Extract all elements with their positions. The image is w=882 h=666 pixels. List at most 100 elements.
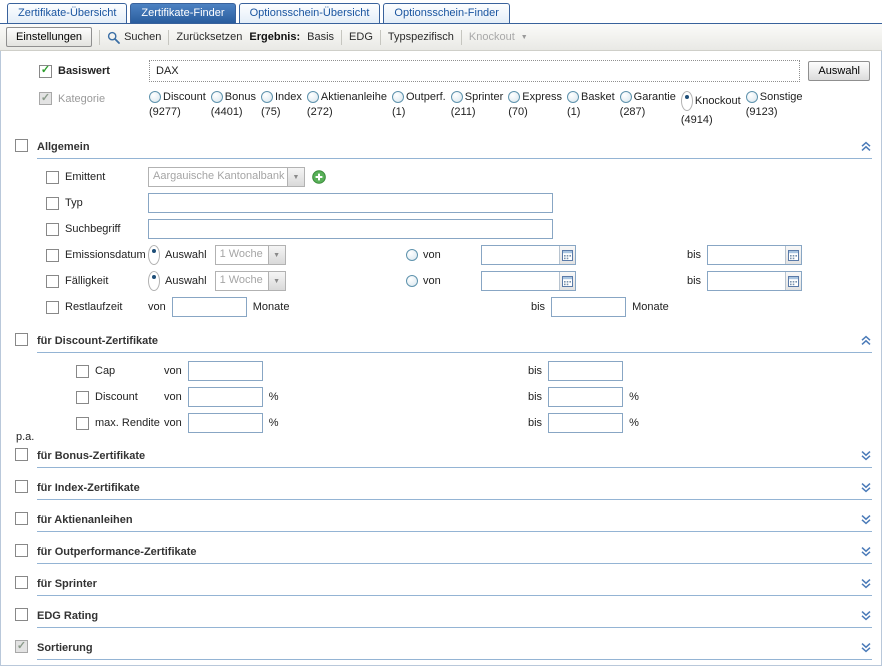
von-label: von [164,417,182,429]
emissionsdatum-von-input[interactable] [482,247,559,264]
rendite-von-input[interactable] [188,413,263,433]
von-label: von [423,275,441,287]
expand-icon[interactable] [861,642,871,653]
von-label: von [164,391,182,403]
kategorie-radio-bonus[interactable] [211,91,223,103]
outperformance-section-checkbox[interactable] [15,544,28,557]
basiswert-row: Basiswert Auswahl [1,60,881,82]
tab-zertifikate-finder[interactable]: Zertifikate-Finder [130,3,235,23]
basiswert-input[interactable] [149,60,800,82]
kategorie-radio-basket[interactable] [567,91,579,103]
option-label[interactable]: Discount [163,91,206,103]
rendite-bis-input[interactable] [548,413,623,433]
discount-section-checkbox[interactable] [15,333,28,346]
kategorie-radio-express[interactable] [508,91,520,103]
expand-icon[interactable] [861,578,871,589]
option-label[interactable]: Garantie [634,91,676,103]
ergebnis-edg-button[interactable]: EDG [349,31,373,43]
sprinter-section-checkbox[interactable] [15,576,28,589]
add-emittent-icon[interactable] [312,170,326,184]
restlaufzeit-checkbox[interactable] [46,301,59,314]
tab-optionsschein-finder[interactable]: Optionsschein-Finder [383,3,510,23]
expand-icon[interactable] [861,610,871,621]
collapsed-sections: für Bonus-Zertifikate für Index-Zertifik… [1,445,881,660]
option-label[interactable]: Basket [581,91,615,103]
restlaufzeit-bis-input[interactable] [551,297,626,317]
kategorie-radio-discount[interactable] [149,91,161,103]
suchbegriff-input[interactable] [148,219,553,239]
expand-icon[interactable] [861,514,871,525]
ergebnis-typspezifisch-button[interactable]: Typspezifisch [388,31,454,43]
faelligkeit-von-radio[interactable] [406,275,418,287]
einstellungen-button[interactable]: Einstellungen [6,27,92,47]
cap-bis-input[interactable] [548,361,623,381]
emissionsdatum-bis-input[interactable] [708,247,785,264]
option-count: (211) [451,106,504,118]
option-label[interactable]: Aktienanleihe [321,91,387,103]
kategorie-radio-sonstige[interactable] [746,91,758,103]
emissionsdatum-von-radio[interactable] [406,249,418,261]
toolbar-separator [168,30,169,45]
ergebnis-basis-button[interactable]: Basis [307,31,334,43]
bis-label: bis [528,391,542,403]
restlaufzeit-von-input[interactable] [172,297,247,317]
cap-checkbox[interactable] [76,365,89,378]
kategorie-radio-index[interactable] [261,91,273,103]
edg-rating-section-checkbox[interactable] [15,608,28,621]
tab-optionsschein-uebersicht[interactable]: Optionsschein-Übersicht [239,3,381,23]
cap-von-input[interactable] [188,361,263,381]
discount-checkbox[interactable] [76,391,89,404]
calendar-icon[interactable] [559,246,575,264]
faelligkeit-auswahl-radio[interactable] [148,271,160,291]
option-label[interactable]: Outperf. [406,91,446,103]
option-count: (1) [567,106,615,118]
expand-icon[interactable] [861,546,871,557]
zuruecksetzen-button[interactable]: Zurücksetzen [176,31,242,43]
expand-icon[interactable] [861,450,871,461]
kategorie-radio-aktienanleihe[interactable] [307,91,319,103]
discount-label: Discount [95,391,138,403]
calendar-icon[interactable] [785,246,801,264]
tab-zertifikate-uebersicht[interactable]: Zertifikate-Übersicht [7,3,127,23]
faelligkeit-bis-input[interactable] [708,273,785,290]
emissionsdatum-auswahl-radio[interactable] [148,245,160,265]
kategorie-radio-knockout[interactable] [681,91,693,111]
discount-von-input[interactable] [188,387,263,407]
suchbegriff-checkbox[interactable] [46,223,59,236]
collapse-icon[interactable] [861,141,871,152]
index-section-checkbox[interactable] [15,480,28,493]
kategorie-radio-outperf[interactable] [392,91,404,103]
calendar-icon[interactable] [559,272,575,290]
kategorie-option-express: Express (70) [508,91,562,126]
kategorie-radio-garantie[interactable] [620,91,632,103]
calendar-icon[interactable] [785,272,801,290]
option-label[interactable]: Sprinter [465,91,504,103]
collapse-icon[interactable] [861,335,871,346]
emissionsdatum-checkbox[interactable] [46,249,59,262]
faelligkeit-von-input[interactable] [482,273,559,290]
suchen-button[interactable]: Suchen [107,31,161,44]
kategorie-option-sprinter: Sprinter (211) [451,91,504,126]
section-discount-header: für Discount-Zertifikate [37,330,872,353]
faelligkeit-checkbox[interactable] [46,275,59,288]
tab-bar: Zertifikate-Übersicht Zertifikate-Finder… [0,0,882,24]
basiswert-checkbox[interactable] [39,65,52,78]
bonus-section-checkbox[interactable] [15,448,28,461]
option-label[interactable]: Bonus [225,91,256,103]
bis-label: bis [528,365,542,377]
option-label[interactable]: Sonstige [760,91,803,103]
option-label[interactable]: Express [522,91,562,103]
typ-checkbox[interactable] [46,197,59,210]
option-label[interactable]: Knockout [695,95,741,107]
option-label[interactable]: Index [275,91,302,103]
allgemein-checkbox[interactable] [15,139,28,152]
aktienanleihen-section-checkbox[interactable] [15,512,28,525]
rendite-checkbox[interactable] [76,417,89,430]
kategorie-option-index: Index (75) [261,91,302,126]
discount-bis-input[interactable] [548,387,623,407]
typ-input[interactable] [148,193,553,213]
expand-icon[interactable] [861,482,871,493]
kategorie-radio-sprinter[interactable] [451,91,463,103]
auswahl-button[interactable]: Auswahl [808,61,870,81]
emittent-checkbox[interactable] [46,171,59,184]
